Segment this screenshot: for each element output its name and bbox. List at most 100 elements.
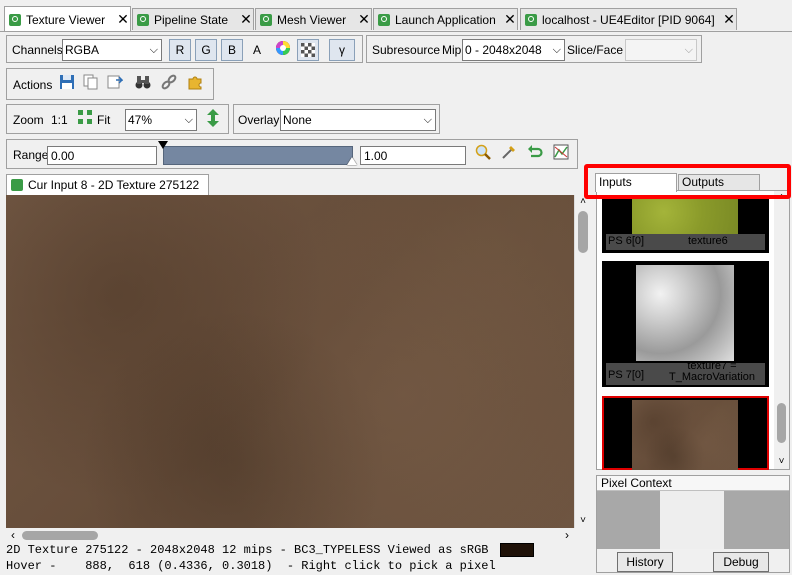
range-max-handle[interactable]	[347, 157, 357, 165]
thumbnail-texture6[interactable]: PS 6[0] texture6	[602, 195, 769, 253]
overlay-toolbar: Overlay None ⌵	[233, 104, 440, 134]
tab-pipeline-state[interactable]: Pipeline State ✕	[132, 8, 254, 30]
tab-label: Launch Application	[395, 12, 496, 27]
remote-connection-icon	[525, 13, 537, 26]
blue-channel-toggle[interactable]: B	[221, 39, 243, 61]
range-label: Range	[13, 148, 49, 162]
channels-value: RGBA	[65, 43, 100, 57]
pipeline-state-icon	[137, 13, 149, 26]
highlight-box	[584, 164, 791, 199]
actions-label: Actions	[13, 78, 53, 92]
range-min-handle[interactable]	[158, 141, 168, 149]
save-icon[interactable]	[57, 74, 77, 94]
chevron-down-icon: ⌵	[552, 44, 561, 56]
scroll-right-icon[interactable]: ›	[560, 528, 574, 543]
range-toolbar: Range 0.00 1.00	[6, 139, 578, 169]
scroll-down-icon[interactable]: ˅	[575, 514, 591, 528]
texture-icon	[11, 179, 23, 191]
subresource-toolbar: Subresource Mip 0 - 2048x2048 ⌵ Slice/Fa…	[366, 35, 702, 63]
tab-texture-viewer[interactable]: Texture Viewer ✕	[4, 6, 131, 32]
gamma-toggle[interactable]: γ	[329, 39, 355, 61]
red-channel-toggle[interactable]: R	[169, 39, 191, 61]
range-max-input[interactable]: 1.00	[360, 146, 466, 165]
close-icon[interactable]: ✕	[503, 11, 517, 28]
alpha-channel-toggle[interactable]: A	[253, 43, 261, 57]
open-external-icon[interactable]	[105, 74, 125, 94]
texture6-preview	[632, 195, 738, 237]
tab-label: Pipeline State	[154, 12, 229, 27]
chevron-down-icon: ⌵	[149, 44, 158, 56]
zoom-select[interactable]: 47% ⌵	[125, 109, 197, 131]
thumbnail-scroll-thumb[interactable]	[777, 403, 786, 443]
viewer-tab-cur-input[interactable]: Cur Input 8 - 2D Texture 275122	[6, 174, 209, 195]
flip-vertical-icon[interactable]	[203, 109, 223, 129]
overlay-value: None	[283, 113, 312, 127]
vertical-scroll-thumb[interactable]	[578, 211, 588, 253]
slice-face-select[interactable]: ⌵	[625, 39, 697, 61]
slice-face-label: Slice/Face	[567, 43, 624, 57]
tab-launch-application[interactable]: Launch Application ✕	[373, 8, 518, 30]
scroll-down-icon[interactable]: ˅	[774, 455, 789, 469]
green-channel-toggle[interactable]: G	[195, 39, 217, 61]
zoom-range-icon[interactable]	[473, 144, 493, 164]
tab-label: localhost - UE4Editor [PID 9064]	[542, 12, 715, 27]
thumbnail-texture7[interactable]: PS 7[0] texture7 = T_MacroVariation	[602, 261, 769, 387]
debug-button[interactable]: Debug	[713, 552, 769, 572]
overlay-select[interactable]: None ⌵	[280, 109, 436, 131]
close-icon[interactable]: ✕	[239, 11, 253, 28]
close-icon[interactable]: ✕	[722, 11, 736, 28]
puzzle-icon[interactable]	[185, 74, 205, 94]
checkerboard-background-icon[interactable]	[297, 39, 319, 61]
fit-icon[interactable]	[77, 109, 93, 129]
tab-remote-connection[interactable]: localhost - UE4Editor [PID 9064] ✕	[520, 8, 737, 30]
chevron-down-icon: ⌵	[684, 44, 693, 56]
picked-color-swatch	[499, 543, 534, 557]
color-wheel-icon[interactable]	[273, 40, 293, 60]
texture7-preview	[636, 265, 734, 361]
thumbnail-slot: PS 6[0]	[608, 235, 645, 247]
copy-icon[interactable]	[81, 74, 101, 94]
auto-fit-range-icon[interactable]	[499, 144, 519, 164]
history-button[interactable]: History	[617, 552, 673, 572]
texture-horizontal-scrollbar[interactable]: ‹ ›	[6, 528, 574, 543]
tab-label: Texture Viewer	[26, 12, 106, 27]
tab-bar-divider	[0, 31, 792, 32]
zoom-value: 47%	[128, 113, 153, 127]
launch-application-icon	[378, 13, 390, 26]
zoom-fit-button[interactable]: Fit	[97, 113, 110, 127]
thumbnail-slot: PS 7[0]	[608, 369, 645, 381]
channels-select[interactable]: RGBA ⌵	[62, 39, 162, 61]
pixel-context-center	[660, 491, 724, 549]
pixel-context-title: Pixel Context	[597, 476, 789, 491]
mip-label: Mip	[442, 43, 462, 57]
hover-status: Hover - 888, 618 (0.4336, 0.3018) - Righ…	[6, 559, 496, 573]
zoom-one-to-one-button[interactable]: 1:1	[51, 113, 68, 127]
close-icon[interactable]: ✕	[116, 11, 130, 28]
chevron-down-icon: ⌵	[184, 114, 193, 126]
pixel-context-preview[interactable]	[597, 491, 789, 549]
close-icon[interactable]: ✕	[357, 11, 371, 28]
horizontal-scroll-thumb[interactable]	[22, 531, 98, 540]
document-tab-bar: Texture Viewer ✕ Pipeline State ✕ Mesh V…	[0, 0, 792, 32]
texture-preview-canvas[interactable]	[6, 195, 574, 528]
link-icon[interactable]	[159, 74, 179, 94]
scroll-left-icon[interactable]: ‹	[6, 528, 20, 543]
thumbnail-scrollbar[interactable]: ˄ ˅	[774, 191, 789, 469]
mesh-viewer-icon	[260, 13, 272, 26]
mip-select[interactable]: 0 - 2048x2048 ⌵	[462, 39, 565, 61]
thumbnail-name: texture6	[688, 235, 728, 247]
overlay-label: Overlay	[238, 113, 280, 127]
texture-info-status: 2D Texture 275122 - 2048x2048 12 mips - …	[6, 543, 591, 558]
texture-info-text: 2D Texture 275122 - 2048x2048 12 mips - …	[6, 543, 489, 558]
texture-vertical-scrollbar[interactable]: ˄ ˅	[574, 195, 590, 528]
zoom-toolbar: Zoom 1:1 Fit 47% ⌵	[6, 104, 229, 134]
binoculars-icon[interactable]	[133, 74, 153, 94]
tab-mesh-viewer[interactable]: Mesh Viewer ✕	[255, 8, 372, 30]
histogram-icon[interactable]	[551, 144, 571, 164]
thumbnail-selected-input[interactable]	[602, 396, 769, 470]
reset-range-icon[interactable]	[525, 144, 545, 164]
range-histogram-slider[interactable]	[163, 146, 353, 165]
range-min-input[interactable]: 0.00	[47, 146, 157, 165]
zoom-label: Zoom	[13, 113, 44, 127]
selected-texture-preview	[632, 400, 738, 470]
